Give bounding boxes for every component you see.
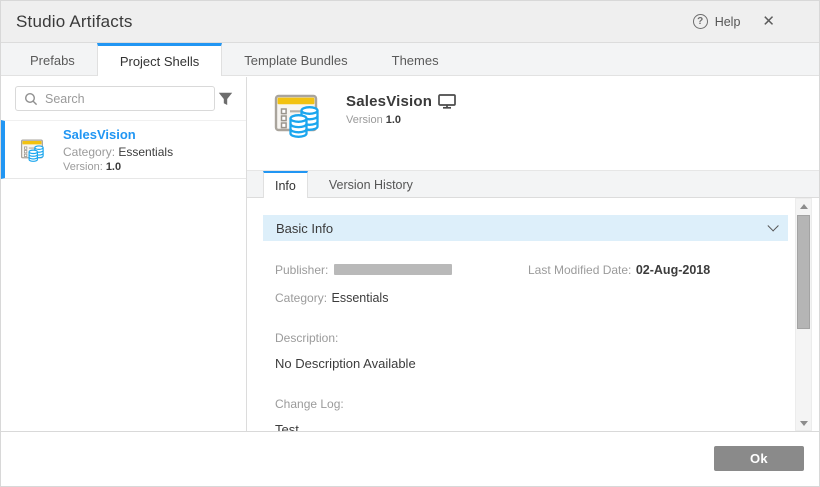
dialog-titlebar: Studio Artifacts ? Help ✕: [1, 1, 819, 43]
description-value: No Description Available: [275, 356, 779, 371]
tab-template-bundles[interactable]: Template Bundles: [222, 43, 369, 75]
filter-button[interactable]: [215, 87, 236, 111]
list-item-salesvision[interactable]: SalesVision Category: Essentials Version…: [1, 120, 246, 179]
artifact-icon: [19, 136, 47, 169]
tab-version-history[interactable]: Version History: [308, 171, 434, 197]
detail-titleblock: SalesVision Version1.0: [346, 93, 456, 126]
filter-icon: [218, 92, 233, 106]
detail-title: SalesVision: [346, 93, 432, 110]
ok-button[interactable]: Ok: [714, 446, 804, 471]
tab-info[interactable]: Info: [263, 171, 308, 198]
publisher-redacted-value: [334, 264, 452, 275]
search-icon: [24, 92, 38, 106]
artifact-type-tabs: Prefabs Project Shells Template Bundles …: [1, 43, 819, 76]
publisher-field: Publisher:: [275, 261, 528, 279]
titlebar-actions: ? Help ✕: [693, 14, 804, 29]
help-icon[interactable]: ?: [693, 14, 708, 29]
scroll-up-arrow[interactable]: [796, 199, 811, 213]
changelog-value: Test: [275, 422, 779, 431]
detail-header: SalesVision Version1.0: [247, 77, 819, 170]
chevron-down-icon: [767, 220, 778, 231]
dialog-footer: Ok: [1, 431, 819, 486]
vertical-scrollbar[interactable]: [795, 198, 812, 431]
detail-panel: SalesVision Version1.0: [247, 77, 819, 431]
page-title: Studio Artifacts: [16, 12, 133, 32]
category-field: Category: Essentials: [275, 289, 779, 307]
detail-version: Version1.0: [346, 114, 456, 126]
tab-prefabs[interactable]: Prefabs: [8, 43, 97, 75]
tab-project-shells[interactable]: Project Shells: [97, 43, 222, 76]
tab-themes[interactable]: Themes: [370, 43, 461, 75]
search-input[interactable]: [45, 92, 206, 106]
scrollbar-thumb[interactable]: [797, 215, 810, 329]
last-modified-field: Last Modified Date: 02-Aug-2018: [528, 261, 710, 279]
artifact-list-sidebar: SalesVision Category: Essentials Version…: [1, 77, 247, 431]
studio-artifacts-dialog: Studio Artifacts ? Help ✕ Prefabs Projec…: [0, 0, 820, 487]
search-row: [1, 77, 246, 120]
item-category: Category: Essentials: [63, 145, 238, 159]
basic-info-section-header[interactable]: Basic Info: [263, 215, 788, 241]
info-tab-content: Basic Info Publisher: Last Modified Date…: [247, 198, 819, 431]
item-version: Version: 1.0: [63, 161, 238, 173]
basic-info-fields: Publisher: Last Modified Date: 02-Aug-20…: [247, 241, 819, 431]
artifact-icon-large: [271, 88, 325, 147]
description-label: Description:: [275, 331, 779, 345]
detail-tabs: Info Version History: [247, 170, 819, 198]
monitor-icon: [438, 94, 456, 109]
search-box[interactable]: [15, 86, 215, 111]
main-split: SalesVision Category: Essentials Version…: [1, 77, 819, 431]
changelog-label: Change Log:: [275, 397, 779, 411]
item-name: SalesVision: [63, 127, 238, 142]
section-title: Basic Info: [276, 221, 333, 236]
help-link[interactable]: Help: [715, 15, 741, 29]
close-icon[interactable]: ✕: [762, 14, 775, 29]
scroll-down-arrow[interactable]: [796, 416, 811, 430]
